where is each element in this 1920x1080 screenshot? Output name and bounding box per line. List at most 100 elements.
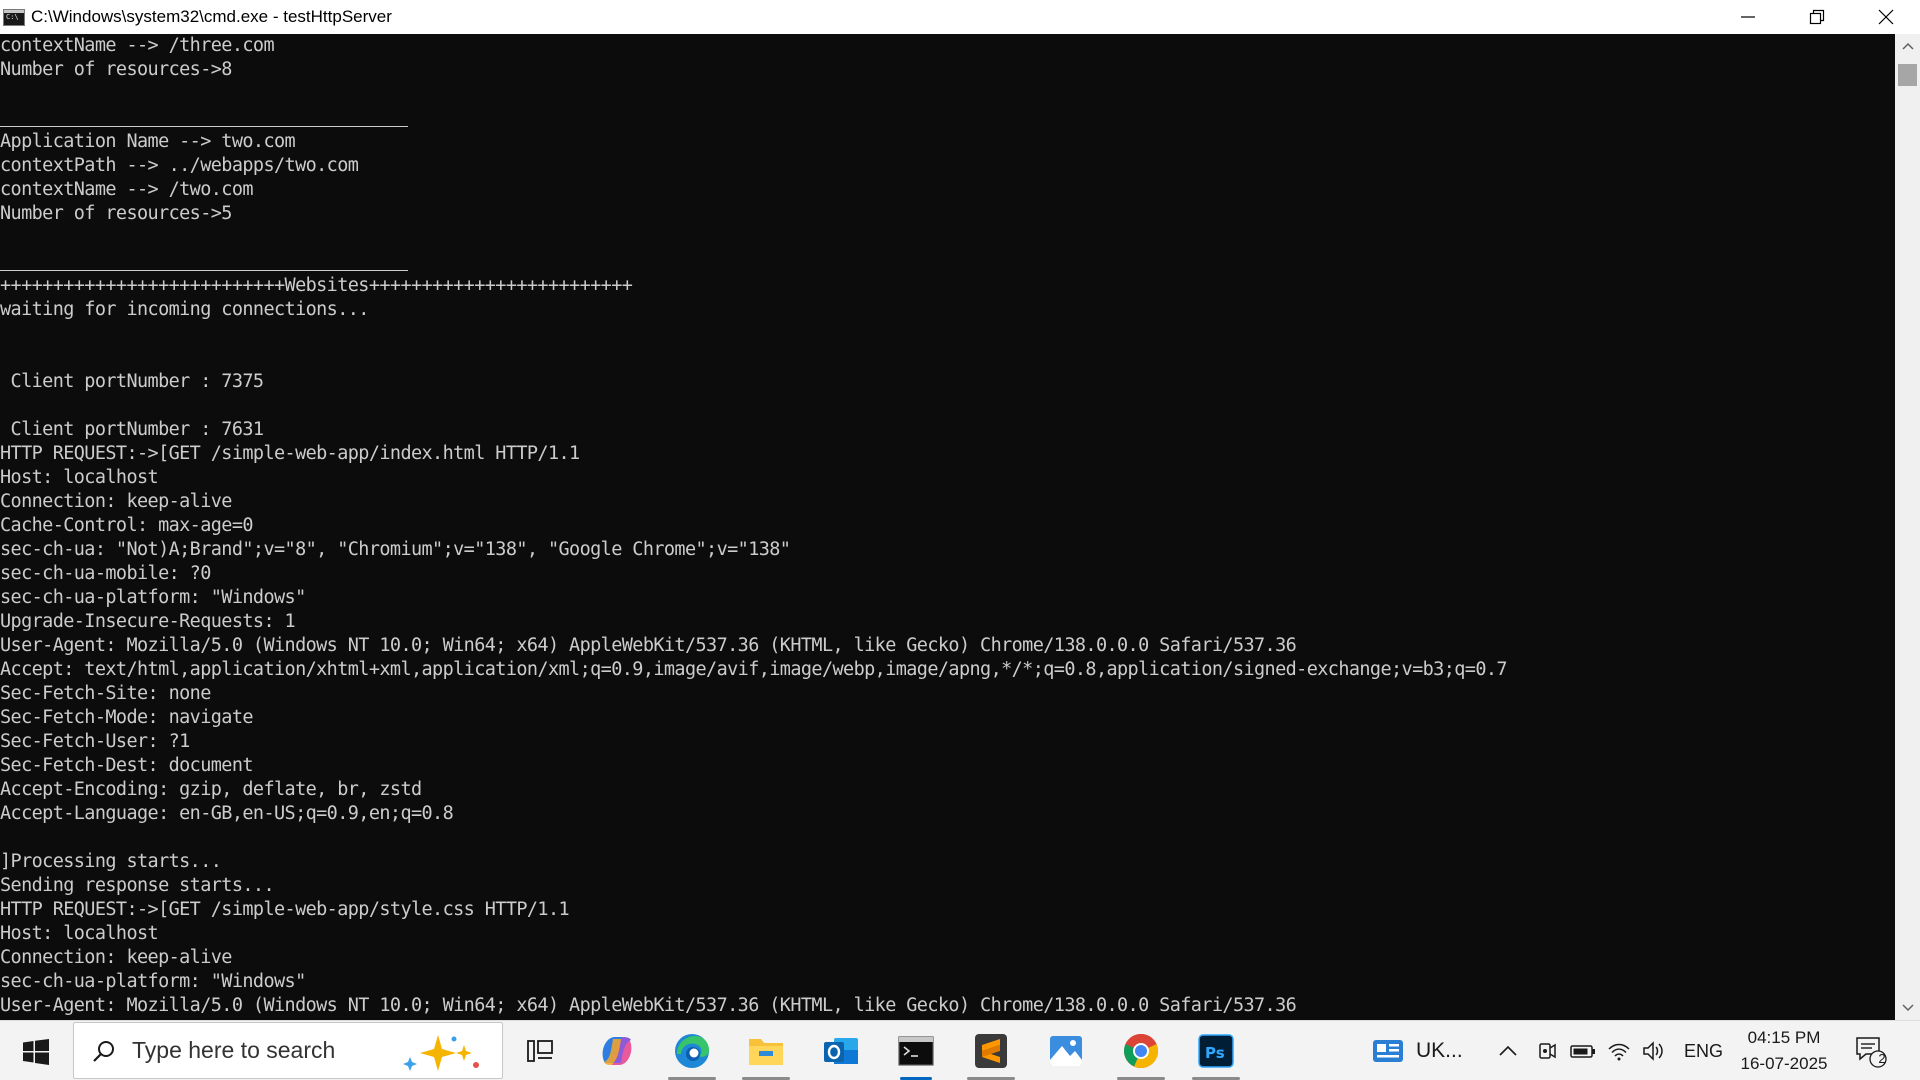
search-box[interactable]: Type here to search	[73, 1022, 503, 1079]
console-line: contextName --> /two.com	[0, 179, 254, 200]
scroll-up-button[interactable]	[1895, 36, 1920, 56]
minimize-button[interactable]	[1713, 0, 1782, 34]
news-icon	[1373, 1040, 1403, 1062]
cmd-icon	[3, 8, 25, 26]
outlook-icon	[824, 1038, 858, 1064]
console-line: Sec-Fetch-Site: none	[0, 683, 211, 704]
console-line: Accept: text/html,application/xhtml+xml,…	[0, 659, 1508, 680]
console-line: Sending response starts...	[0, 875, 275, 896]
console-line: Connection: keep-alive	[0, 947, 232, 968]
photoshop-button[interactable]: Ps	[1186, 1026, 1246, 1080]
separator-line	[0, 250, 1895, 274]
svg-text:Ps: Ps	[1205, 1044, 1225, 1062]
command-prompt-button[interactable]	[886, 1026, 946, 1080]
battery-icon	[1570, 1045, 1595, 1058]
console-line: Connection: keep-alive	[0, 491, 232, 512]
console-line: Client portNumber : 7631	[0, 419, 265, 440]
photos-button[interactable]	[1036, 1026, 1096, 1076]
console-line: Host: localhost	[0, 467, 159, 488]
edge-button[interactable]	[662, 1026, 722, 1080]
chrome-icon	[1123, 1033, 1159, 1069]
search-placeholder: Type here to search	[132, 1037, 336, 1063]
photos-icon	[1050, 1036, 1082, 1066]
clock-date: 16-07-2025	[1740, 1054, 1828, 1073]
network-button[interactable]	[1607, 1021, 1631, 1080]
chevron-up-icon	[1901, 42, 1914, 50]
console-line: sec-ch-ua-mobile: ?0	[0, 563, 211, 584]
volume-icon	[1643, 1041, 1663, 1061]
console-line: sec-ch-ua: "Not)A;Brand";v="8", "Chromiu…	[0, 539, 791, 560]
console-line: Upgrade-Insecure-Requests: 1	[0, 611, 296, 632]
notification-badge: 2	[1878, 1051, 1886, 1066]
sublime-text-icon	[975, 1034, 1007, 1068]
clock-time: 04:15 PM	[1747, 1028, 1821, 1047]
task-view-button[interactable]	[510, 1026, 570, 1076]
scroll-down-button[interactable]	[1895, 998, 1920, 1018]
meet-now-button[interactable]	[1535, 1021, 1557, 1080]
notification-center-button[interactable]: 2	[1854, 1021, 1888, 1080]
file-explorer-button[interactable]	[736, 1026, 796, 1080]
restore-button[interactable]	[1782, 0, 1851, 34]
console-line: Number of resources->8	[0, 59, 232, 80]
console-output[interactable]: contextName --> /three.com Number of reso…	[0, 34, 1895, 1020]
language-text: ENG	[1684, 1040, 1724, 1061]
meet-now-icon	[1539, 1043, 1556, 1059]
console-line: Sec-Fetch-User: ?1	[0, 731, 190, 752]
sparkle-icon	[403, 1035, 479, 1071]
photoshop-icon: Ps	[1198, 1034, 1234, 1068]
wifi-icon	[1608, 1043, 1630, 1061]
title-bar: C:\Windows\system32\cmd.exe - testHttpSe…	[0, 0, 1920, 34]
console-line: sec-ch-ua-platform: "Windows"	[0, 587, 306, 608]
outlook-button[interactable]	[811, 1026, 871, 1076]
chevron-up-icon	[1499, 1045, 1517, 1056]
file-explorer-icon	[749, 1039, 783, 1065]
restore-icon	[1809, 9, 1824, 25]
edge-icon	[675, 1034, 709, 1068]
console-line: Cache-Control: max-age=0	[0, 515, 254, 536]
battery-button[interactable]	[1570, 1021, 1596, 1080]
scroll-thumb[interactable]	[1898, 64, 1917, 86]
sublime-text-button[interactable]	[961, 1026, 1021, 1080]
search-icon	[93, 1040, 114, 1062]
start-button[interactable]	[14, 1035, 58, 1069]
windows-logo-icon	[23, 1039, 49, 1065]
console-line: +++++++++++++++++++++++++++Websites+++++…	[0, 275, 633, 296]
console-line: sec-ch-ua-platform: "Windows"	[0, 971, 306, 992]
weather-widget[interactable]: UK...	[1372, 1021, 1463, 1080]
console-line: Application Name --> two.com	[0, 131, 296, 152]
chrome-button[interactable]	[1111, 1026, 1171, 1080]
clock[interactable]: 04:15 PM 16-07-2025	[1734, 1025, 1834, 1077]
console-line: Accept-Encoding: gzip, deflate, br, zstd	[0, 779, 422, 800]
volume-button[interactable]	[1642, 1021, 1666, 1080]
console-line: Host: localhost	[0, 923, 159, 944]
window-title: C:\Windows\system32\cmd.exe - testHttpSe…	[31, 7, 392, 26]
show-hidden-icons-button[interactable]	[1498, 1021, 1518, 1080]
console-line: HTTP REQUEST:->[GET /simple-web-app/inde…	[0, 443, 580, 464]
close-button[interactable]	[1851, 0, 1920, 34]
vertical-scrollbar[interactable]	[1895, 34, 1920, 1020]
console-line: waiting for incoming connections...	[0, 299, 369, 320]
console-line: contextPath --> ../webapps/two.com	[0, 155, 359, 176]
copilot-button[interactable]	[587, 1026, 647, 1076]
console-line: User-Agent: Mozilla/5.0 (Windows NT 10.0…	[0, 635, 1297, 656]
command-prompt-icon	[898, 1036, 934, 1066]
console-line: Sec-Fetch-Mode: navigate	[0, 707, 254, 728]
weather-text: UK...	[1416, 1039, 1463, 1062]
language-indicator[interactable]: ENG	[1684, 1021, 1723, 1080]
copilot-icon	[602, 1037, 632, 1065]
window-controls	[1713, 0, 1920, 34]
console-line: Number of resources->5	[0, 203, 232, 224]
console-line: User-Agent: Mozilla/5.0 (Windows NT 10.0…	[0, 995, 1297, 1016]
console-line: Accept-Language: en-GB,en-US;q=0.9,en;q=…	[0, 803, 454, 824]
console-line: HTTP REQUEST:->[GET /simple-web-app/styl…	[0, 899, 570, 920]
console-line: Sec-Fetch-Dest: document	[0, 755, 254, 776]
chevron-down-icon	[1901, 1004, 1914, 1012]
minimize-icon	[1740, 16, 1755, 18]
separator-line	[0, 106, 1895, 130]
